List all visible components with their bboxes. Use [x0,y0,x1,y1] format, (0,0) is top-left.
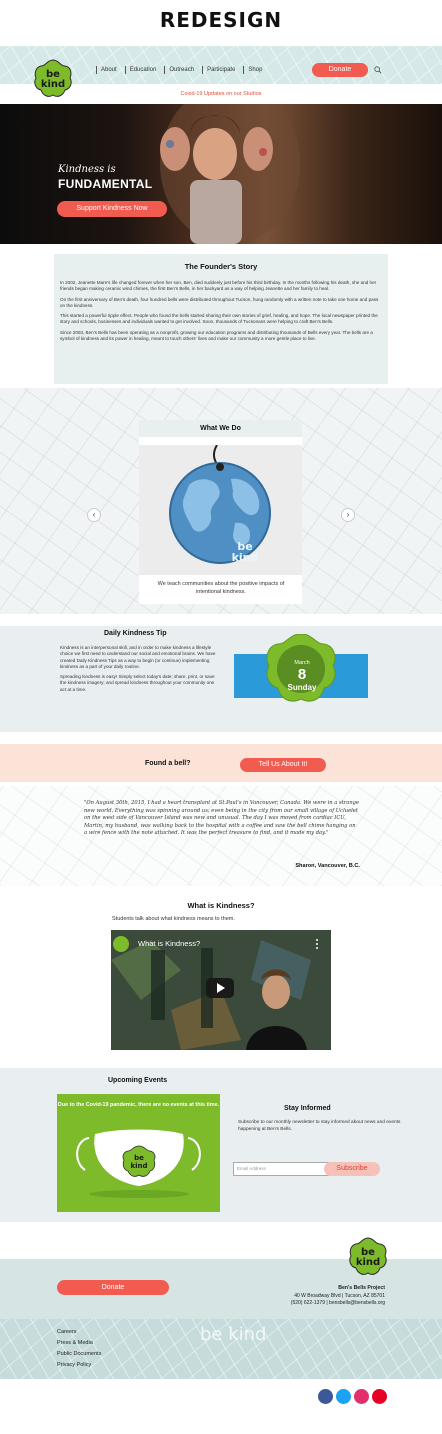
privacy-policy-link[interactable]: Privacy Policy [57,1360,101,1371]
twitter-icon[interactable] [336,1389,351,1404]
footer-links: Careers Press & Media Public Documents P… [57,1327,101,1371]
email-input[interactable]: Email Address [233,1162,329,1176]
nav-participate[interactable]: Participate [202,66,239,74]
footer-address: Ben's Bells Project 40 W Broadway Blvd |… [250,1285,385,1308]
what-is-kindness-subtitle: Students talk about what kindness means … [112,916,235,922]
page-title: REDESIGN [159,8,283,32]
footer-donate-button[interactable]: Donate [57,1280,169,1295]
founder-paragraph: This started a powerful ripple effect. P… [60,313,378,325]
founder-paragraph: In 2002, Jeanette Mare's life changed fo… [60,280,377,292]
pinterest-icon[interactable] [372,1389,387,1404]
events-card: be kind [57,1094,220,1212]
video-title: What is Kindness? [138,939,201,948]
what-we-do-title: What We Do [139,420,302,437]
nav-shop[interactable]: Shop [243,66,266,74]
calendar-weekday: Sunday [287,683,317,692]
support-kindness-button[interactable]: Support Kindness Now [57,201,167,217]
testimonial-author: Sharon, Vancouver, B.C. [295,863,360,869]
footer-watermark: be kind [200,1324,267,1345]
carousel-next-button[interactable]: › [341,508,355,522]
svg-text:kind: kind [356,1257,380,1268]
svg-text:be: be [134,1154,144,1162]
kindness-tip-text: Kindness is an interpersonal skill, and … [60,645,220,697]
calendar-day: 8 [297,666,307,683]
org-name: Ben's Bells Project [338,1285,385,1291]
svg-text:kind: kind [130,1162,147,1170]
careers-link[interactable]: Careers [57,1327,101,1338]
what-is-kindness-title: What is Kindness? [187,901,255,910]
earth-bell-image: be kind [139,444,302,575]
tell-us-button[interactable]: Tell Us About It! [240,758,326,772]
founder-story: The Founder's Story In 2002, Jeanette Ma… [54,254,388,384]
contact-info: (520) 622-1379 | bensbells@bensbells.org [290,1300,385,1307]
what-we-do-card: What We Do be kind We teach communities … [139,420,302,604]
found-bell-label: Found a bell? [145,760,191,767]
carousel-prev-button[interactable]: ‹ [87,508,101,522]
press-media-link[interactable]: Press & Media [57,1338,101,1349]
nav-about[interactable]: About [96,66,121,74]
social-links [318,1389,387,1404]
kindness-tip-title: Daily Kindness Tip [104,630,167,637]
upcoming-events-title: Upcoming Events [108,1077,168,1084]
founder-paragraph: Since 2003, Ben's Bells has been operati… [60,329,373,342]
footer-be-kind-logo[interactable]: be kind [347,1236,389,1278]
header-donate-button[interactable]: Donate [312,63,368,77]
tip-paragraph: Spreading kindness is easy! Simply selec… [60,674,215,692]
testimonial-quote: "On August 30th, 2015, I had a heart tra… [84,800,360,836]
newsletter-text: Subscribe to our monthly newsletter to s… [238,1120,401,1132]
svg-text:kind: kind [232,551,259,564]
founder-paragraph: On the first anniversary of Ben's death,… [60,296,379,308]
search-icon[interactable] [374,66,382,74]
street-address: 40 W Broadway Blvd | Tucson, AZ 85701 [294,1292,385,1299]
nav-education[interactable]: Education [124,66,161,74]
svg-text:kind: kind [41,79,65,90]
what-we-do-caption: We teach communities about the positive … [157,581,285,595]
hero-subtitle: Kindness is [58,164,116,175]
play-icon[interactable] [206,978,234,998]
events-message: Due to the Covid-19 pandemic, there are … [57,1102,220,1108]
tip-paragraph: Kindness is an interpersonal skill, and … [60,645,216,669]
hero-title: FUNDAMENTAL [58,177,153,191]
facebook-icon[interactable] [318,1389,333,1404]
earth-bell-icon: be kind [169,444,271,564]
subscribe-button[interactable]: Subscribe [324,1162,380,1176]
nav-outreach[interactable]: Outreach [164,66,198,74]
face-mask-icon: be kind [76,1129,201,1198]
instagram-icon[interactable] [354,1389,369,1404]
public-documents-link[interactable]: Public Documents [57,1349,101,1360]
newsletter-title: Stay Informed [284,1105,331,1112]
main-nav: About Education Outreach Participate Sho… [96,66,270,74]
be-kind-logo[interactable]: be kind [32,58,74,100]
founder-story-title: The Founder's Story [184,262,258,271]
found-bell-section [0,744,442,782]
